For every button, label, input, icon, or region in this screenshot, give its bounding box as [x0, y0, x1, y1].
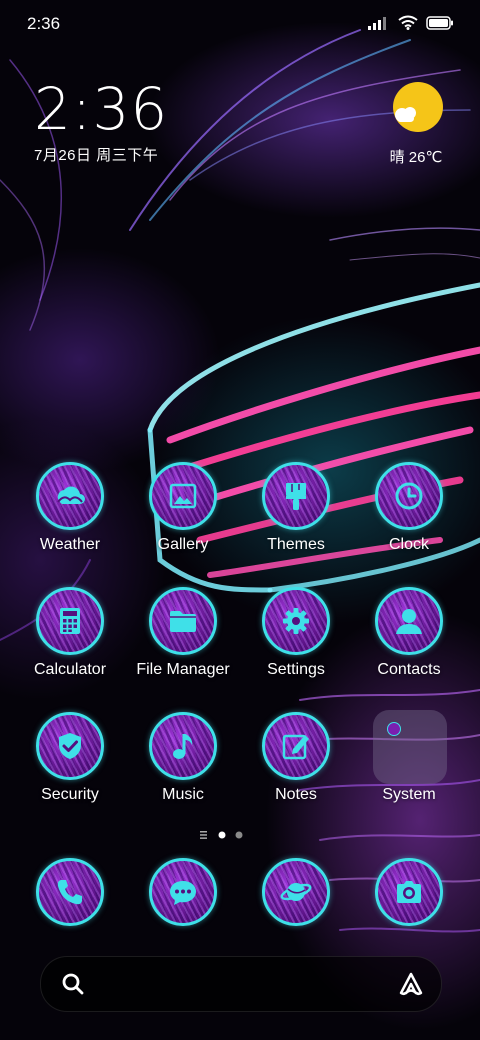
app-themes[interactable]: Themes — [236, 462, 356, 562]
app-system-folder[interactable]: System — [349, 710, 469, 812]
app-label: Settings — [267, 661, 325, 678]
weather-label: 晴 26℃ — [389, 149, 443, 166]
app-label: File Manager — [136, 661, 230, 678]
app-notes[interactable]: Notes — [236, 712, 356, 812]
app-label: Calculator — [33, 661, 107, 678]
page-dot — [235, 831, 243, 839]
app-label: Themes — [267, 536, 325, 553]
app-label: Security — [41, 786, 99, 803]
chat-bubble-icon — [149, 858, 217, 926]
status-time: 2:36 — [27, 14, 61, 33]
page-dot-active — [218, 831, 226, 839]
app-weather[interactable]: Weather — [10, 462, 130, 562]
app-clock[interactable]: Clock — [349, 462, 469, 562]
app-file-manager[interactable]: File Manager — [123, 587, 243, 687]
clock-time: 2:36 — [34, 75, 169, 143]
app-label: Gallery — [157, 536, 209, 553]
signal-icon — [368, 16, 386, 30]
clock-date: 7月26日 周三下午 — [34, 147, 159, 164]
app-label: Weather — [39, 536, 101, 553]
planet-icon — [262, 858, 330, 926]
wifi-icon — [398, 15, 418, 30]
app-label: Music — [162, 786, 204, 803]
search-bar[interactable] — [40, 956, 442, 1012]
app-label: Clock — [388, 536, 429, 553]
app-gallery[interactable]: Gallery — [123, 462, 243, 562]
folder-group-icon — [373, 710, 447, 784]
dock-browser[interactable] — [236, 858, 356, 958]
app-calculator[interactable]: Calculator — [10, 587, 130, 687]
app-label: Notes — [275, 786, 317, 803]
search-icon[interactable] — [61, 972, 85, 996]
battery-icon — [426, 15, 453, 30]
gallery-icon — [149, 462, 217, 530]
dock-phone[interactable] — [10, 858, 130, 958]
folder-mini-app-icon — [387, 722, 401, 736]
weather-icon — [36, 462, 104, 530]
folder-icon — [149, 587, 217, 655]
note-pencil-icon — [262, 712, 330, 780]
person-icon — [375, 587, 443, 655]
app-label: Contacts — [377, 661, 441, 678]
phone-icon — [36, 858, 104, 926]
calculator-icon — [36, 587, 104, 655]
app-music[interactable]: Music — [123, 712, 243, 812]
shield-check-icon — [36, 712, 104, 780]
app-contacts[interactable]: Contacts — [349, 587, 469, 687]
status-icons — [368, 15, 454, 30]
clock-widget[interactable]: 2:36 7月26日 周三下午 — [34, 78, 168, 165]
clock-icon — [375, 462, 443, 530]
status-bar: 2:36 — [0, 0, 480, 52]
home-screen: 2:36 2:36 7月26日 周三下午 晴 26℃ Weather Galle… — [0, 0, 480, 1040]
app-security[interactable]: Security — [10, 712, 130, 812]
app-label: System — [382, 786, 436, 803]
paintbrush-icon — [262, 462, 330, 530]
gear-icon — [262, 587, 330, 655]
page-indicator[interactable] — [200, 828, 250, 842]
assistant-icon[interactable] — [397, 971, 425, 997]
music-note-icon — [149, 712, 217, 780]
camera-icon — [375, 858, 443, 926]
app-settings[interactable]: Settings — [236, 587, 356, 687]
dock-messages[interactable] — [123, 858, 243, 958]
dock-camera[interactable] — [349, 858, 469, 958]
sun-cloud-icon — [393, 82, 443, 132]
page-list-icon — [200, 831, 207, 839]
weather-widget[interactable]: 晴 26℃ — [380, 82, 452, 172]
